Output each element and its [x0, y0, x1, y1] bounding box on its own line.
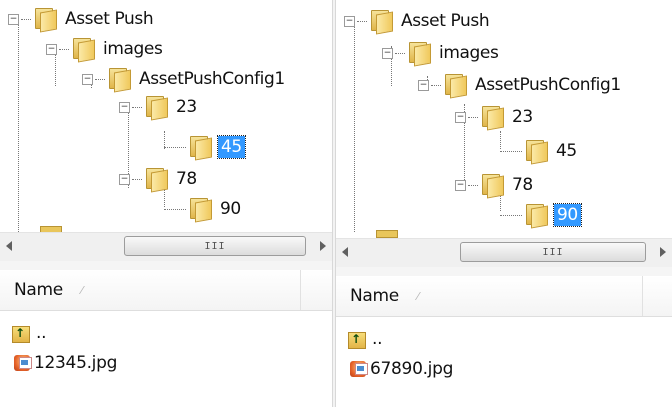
scroll-right-icon[interactable] [320, 241, 326, 251]
partial-folder-icon [376, 230, 398, 238]
folder-icon [107, 68, 131, 93]
tree-node-asset-push[interactable]: − Asset Push [8, 6, 155, 33]
folder-icon [443, 74, 467, 99]
file-list: Name ⁄ ↑ .. 12345.jpg [0, 261, 332, 407]
tree-node-90[interactable]: 90 [164, 196, 243, 223]
horizontal-scrollbar[interactable]: III [336, 238, 672, 268]
folder-icon [369, 10, 393, 35]
collapse-toggle[interactable]: − [344, 15, 355, 27]
list-item-file[interactable]: 67890.jpg [348, 356, 453, 382]
collapse-toggle[interactable]: − [382, 47, 393, 59]
right-explorer-pane: − Asset Push − images − AssetPushConfig1… [336, 0, 672, 407]
selected-node-label: 90 [553, 203, 582, 227]
folder-icon [524, 140, 548, 165]
sort-indicator-icon: ⁄ [80, 283, 83, 297]
tree-node-90[interactable]: 90 [500, 202, 582, 229]
list-item-parent[interactable]: ↑ .. [348, 326, 383, 352]
column-header-name[interactable]: Name ⁄ [336, 276, 672, 317]
column-header-name[interactable]: Name ⁄ [0, 270, 332, 311]
left-explorer-pane: − Asset Push − images − AssetPushConfig1… [0, 0, 332, 407]
folder-icon [33, 8, 57, 33]
folder-icon [188, 136, 212, 161]
image-file-icon [348, 359, 368, 379]
folder-icon [71, 38, 95, 63]
folder-tree: − Asset Push − images − AssetPushConfig1… [336, 0, 672, 238]
folder-icon [524, 204, 548, 229]
folder-icon [188, 198, 212, 223]
tree-node-images[interactable]: − images [46, 36, 164, 63]
tree-node-78[interactable]: − 78 [119, 166, 199, 193]
selected-node-label: 45 [217, 135, 246, 159]
folder-icon [144, 168, 168, 193]
tree-node-23[interactable]: − 23 [119, 94, 199, 121]
folder-icon [480, 174, 504, 199]
list-item-file[interactable]: 12345.jpg [12, 350, 117, 376]
collapse-toggle[interactable]: − [418, 79, 429, 91]
tree-node-45[interactable]: 45 [164, 134, 246, 161]
folder-icon [144, 96, 168, 121]
image-file-icon [12, 353, 32, 373]
scroll-left-icon[interactable] [342, 247, 348, 257]
list-item-parent[interactable]: ↑ .. [12, 320, 47, 346]
folder-icon [480, 106, 504, 131]
tree-node-asset-push[interactable]: − Asset Push [344, 8, 491, 35]
collapse-toggle[interactable]: − [8, 13, 19, 25]
scroll-right-icon[interactable] [660, 247, 666, 257]
parent-folder-icon: ↑ [12, 324, 30, 343]
tree-node-assetpushconfig1[interactable]: − AssetPushConfig1 [82, 66, 287, 93]
collapse-toggle[interactable]: − [119, 101, 130, 113]
file-list: Name ⁄ ↑ .. 67890.jpg [336, 267, 672, 407]
parent-folder-icon: ↑ [348, 330, 366, 349]
tree-node-45[interactable]: 45 [500, 138, 579, 165]
horizontal-scrollbar[interactable]: III [0, 232, 332, 262]
folder-tree: − Asset Push − images − AssetPushConfig1… [0, 0, 332, 236]
tree-node-23[interactable]: − 23 [455, 104, 535, 131]
scroll-left-icon[interactable] [6, 241, 12, 251]
tree-node-images[interactable]: − images [382, 40, 500, 67]
sort-indicator-icon: ⁄ [416, 289, 419, 303]
scrollbar-thumb[interactable]: III [124, 236, 306, 256]
collapse-toggle[interactable]: − [455, 179, 466, 191]
tree-node-assetpushconfig1[interactable]: − AssetPushConfig1 [418, 72, 623, 99]
folder-icon [407, 42, 431, 67]
scrollbar-thumb[interactable]: III [460, 242, 646, 262]
collapse-toggle[interactable]: − [119, 173, 130, 185]
collapse-toggle[interactable]: − [82, 73, 93, 85]
tree-node-78[interactable]: − 78 [455, 172, 535, 199]
collapse-toggle[interactable]: − [46, 43, 57, 55]
collapse-toggle[interactable]: − [455, 111, 466, 123]
